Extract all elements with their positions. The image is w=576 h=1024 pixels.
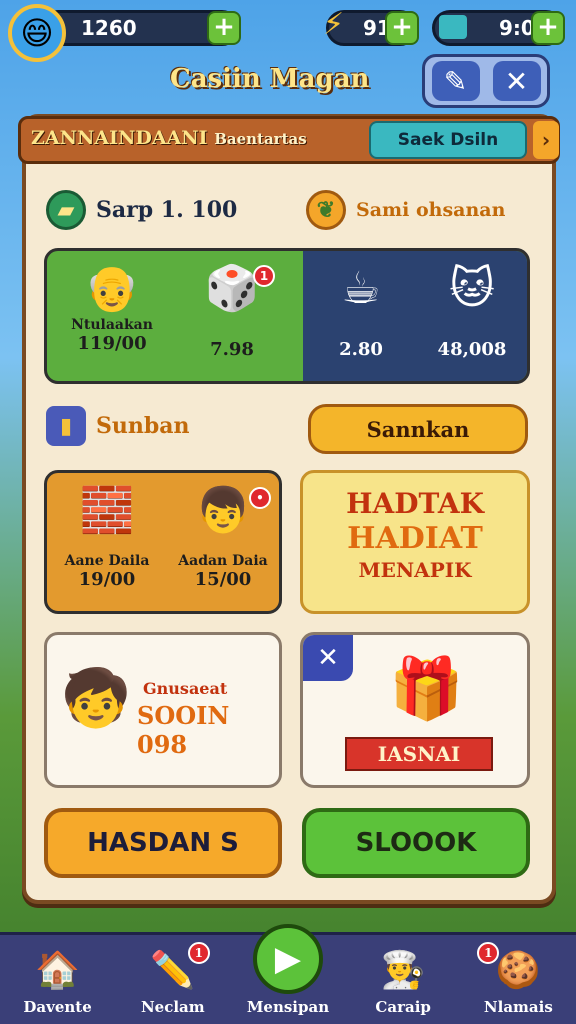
section-action-button[interactable]: Sannkan	[308, 404, 528, 454]
mug-icon: ☕	[341, 263, 381, 314]
tab-search[interactable]: Saek Dsiln	[369, 121, 527, 159]
reward-caption: Gnusaeat	[143, 679, 228, 698]
nav-label: Nlamais	[483, 998, 553, 1016]
inventory-card[interactable]: 👴 Ntulaakan 119/00 🎲 1 7.98 ☕ 2.80 🐱 48,…	[44, 248, 530, 384]
home-icon: 🏠	[35, 949, 80, 991]
daily-card[interactable]: 🧱 Aane Daila 19/00 👦 • Aadan Daia 15/00	[44, 470, 282, 614]
timer-value: 9:0	[499, 16, 535, 40]
daily-item[interactable]: 🧱 Aane Daila 19/00	[57, 483, 157, 590]
lightning-icon: ⚡	[323, 7, 345, 42]
notification-badge: 1	[187, 942, 210, 964]
item-value: 15/00	[194, 569, 252, 590]
add-coins-button[interactable]: +	[207, 11, 241, 45]
nav-label: Mensipan	[246, 998, 330, 1016]
leaf-coin-icon: ❦	[306, 190, 346, 230]
nav-item-home[interactable]: 🏠 Davente	[3, 942, 113, 1016]
boy-character-icon: 🧒	[61, 666, 131, 731]
cat-face-icon: 🐱	[449, 263, 495, 314]
ticket-icon: ▰	[46, 190, 86, 230]
coin-counter: 1260 +	[40, 10, 241, 46]
tab-main[interactable]: ZANNAINDAANI Baentartas	[31, 127, 307, 149]
inventory-item[interactable]: ☕ 2.80	[311, 261, 411, 360]
tab-next-arrow[interactable]: ›	[533, 121, 559, 159]
nav-item-nlamais[interactable]: 🍪 1 Nlamais	[463, 942, 573, 1016]
promo-line-1: HADTAK	[346, 487, 484, 520]
reward-card[interactable]: 🧒 Gnusaeat SOOIN 098	[44, 632, 282, 788]
chef-icon: 👨‍🍳	[380, 949, 426, 991]
promo-line-2: HADIAT	[347, 521, 483, 556]
player-face-icon: 😄	[20, 14, 54, 52]
promo-line-3: MENAPIK	[358, 558, 472, 582]
edit-icon[interactable]: ✎	[431, 61, 480, 101]
top-tools: ✎ ✕	[422, 54, 550, 108]
grandpa-icon: 👴	[84, 263, 140, 314]
gold-bar-icon: ▮	[46, 406, 86, 446]
nav-label: Caraip	[375, 998, 431, 1016]
nav-label: Neclam	[140, 998, 205, 1016]
item-caption: Ntulaakan	[71, 317, 153, 333]
nav-label: Davente	[23, 998, 92, 1016]
timer-counter: 9:0 +	[432, 10, 565, 46]
right-main-button[interactable]: SLOOOK	[302, 808, 530, 878]
add-energy-button[interactable]: +	[385, 11, 419, 45]
left-main-button[interactable]: HASDAN S	[44, 808, 282, 878]
bottom-nav: 🏠 Davente ✏️ 1 Neclam ▶ Mensipan 👨‍🍳 Car…	[0, 924, 576, 1024]
inventory-item[interactable]: 👴 Ntulaakan 119/00	[57, 261, 167, 354]
reward-value: SOOIN 098	[137, 701, 230, 759]
energy-counter: ⚡ 91 +	[323, 7, 419, 46]
play-icon: ▶	[252, 924, 323, 994]
nav-item-play[interactable]: ▶ Mensipan	[233, 924, 343, 1016]
section-label-text: Sunban	[96, 413, 190, 439]
gift-box-icon: 🎁	[389, 654, 464, 724]
stat-left: ▰ Sarp 1. 100	[46, 190, 237, 230]
item-caption: Aane Daila	[64, 553, 150, 569]
nav-item-caraip[interactable]: 👨‍🍳 Caraip	[348, 942, 458, 1016]
tab-bar: ZANNAINDAANI Baentartas Saek Dsiln ›	[18, 116, 560, 164]
gift-card[interactable]: ✕ 🎁 IASNAI	[300, 632, 530, 788]
inventory-item[interactable]: 🎲 1 7.98	[177, 261, 287, 360]
notification-badge: 1	[253, 265, 275, 287]
close-button[interactable]: ✕	[492, 61, 541, 101]
promo-card[interactable]: HADTAK HADIAT MENAPIK	[300, 470, 530, 614]
item-value: 119/00	[77, 333, 147, 354]
stat-left-value: Sarp 1. 100	[96, 197, 238, 223]
stat-right-value: Sami ohsanan	[356, 199, 506, 221]
gift-ribbon: IASNAI	[345, 737, 493, 771]
page-title: Casiin Magan	[170, 64, 370, 94]
tab-main-sublabel: Baentartas	[214, 130, 307, 148]
add-ticket-button[interactable]: +	[531, 11, 565, 45]
section-label: ▮ Sunban	[46, 406, 190, 446]
nav-item-neclam[interactable]: ✏️ 1 Neclam	[118, 942, 228, 1016]
item-caption: Aadan Daia	[178, 553, 268, 569]
stat-right: ❦ Sami ohsanan	[306, 190, 505, 230]
tab-main-label: ZANNAINDAANI	[31, 127, 208, 149]
item-value: 7.98	[210, 339, 254, 360]
ticket-icon	[439, 15, 467, 39]
pencil-icon: ✏️	[150, 949, 196, 991]
coin-value: 1260	[81, 16, 137, 40]
item-value: 19/00	[78, 569, 136, 590]
notification-badge: •	[249, 487, 271, 509]
inventory-item[interactable]: 🐱 48,008	[417, 261, 527, 360]
daily-item[interactable]: 👦 • Aadan Daia 15/00	[171, 483, 275, 590]
item-value: 2.80	[339, 339, 383, 360]
item-value: 48,008	[437, 339, 507, 360]
player-avatar[interactable]: 😄	[8, 4, 66, 62]
clay-block-icon: 🧱	[79, 485, 135, 536]
close-button[interactable]: ✕	[303, 635, 353, 681]
